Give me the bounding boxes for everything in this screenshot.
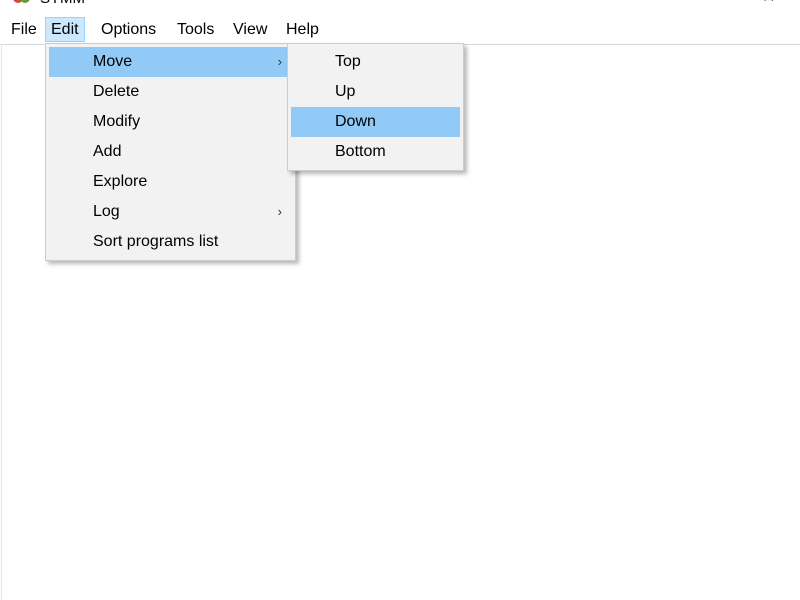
menu-item-delete[interactable]: Delete [49,77,292,107]
submenu-item-top[interactable]: Top [291,47,460,77]
menu-edit[interactable]: Edit [45,17,85,42]
chevron-right-icon: › [277,54,282,69]
menu-item-label: Delete [93,83,140,100]
submenu-item-up[interactable]: Up [291,77,460,107]
submenu-item-bottom[interactable]: Bottom [291,137,460,167]
menu-bar: File Edit Options Tools View Help [0,14,800,45]
menu-item-label: Up [335,83,356,100]
menu-item-label: Bottom [335,143,386,160]
menu-item-log[interactable]: Log › [49,197,292,227]
minimize-button[interactable]: — [697,0,713,8]
menu-item-label: Explore [93,173,148,190]
submenu-item-down[interactable]: Down [291,107,460,137]
close-button[interactable]: ✕ [762,0,775,8]
app-icon [13,0,30,3]
menu-item-sort-programs-list[interactable]: Sort programs list [49,227,292,257]
window-title: SYMM [40,0,85,9]
menu-help[interactable]: Help [281,17,324,42]
menu-item-label: Sort programs list [93,233,219,250]
menu-item-modify[interactable]: Modify [49,107,292,137]
menu-item-label: Modify [93,113,141,130]
chevron-right-icon: › [277,204,282,219]
menu-file[interactable]: File [6,17,42,42]
edit-menu-dropdown: Move › Delete Modify Add Explore Log › S… [45,43,296,261]
menu-view[interactable]: View [228,17,272,42]
menu-options[interactable]: Options [96,17,161,42]
menu-item-explore[interactable]: Explore [49,167,292,197]
menu-item-move[interactable]: Move › [49,47,292,77]
menu-item-label: Add [93,143,122,160]
menu-item-label: Top [335,53,361,70]
menu-item-add[interactable]: Add [49,137,292,167]
menu-item-label: Move [93,53,133,70]
title-bar: SYMM — ✕ [0,0,800,14]
menu-item-label: Log [93,203,120,220]
menu-tools[interactable]: Tools [172,17,219,42]
move-submenu: Top Up Down Bottom [287,43,464,171]
menu-item-label: Down [335,113,376,130]
